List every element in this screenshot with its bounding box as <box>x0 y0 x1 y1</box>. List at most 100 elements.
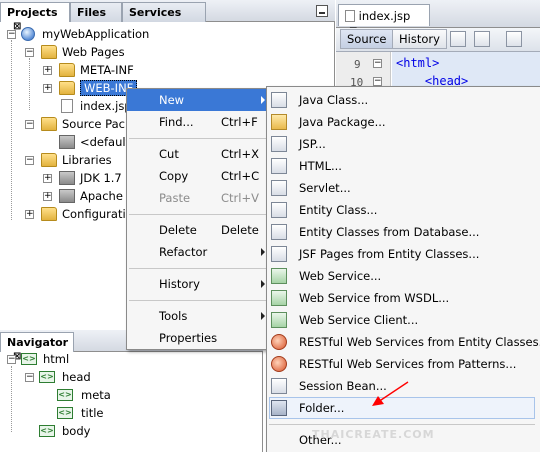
minimize-icon[interactable] <box>316 5 328 17</box>
menu-separator <box>129 300 267 301</box>
jsp-file-icon <box>61 99 73 113</box>
nav-node-body[interactable]: body <box>62 422 90 440</box>
menu-item-label: History <box>159 277 200 291</box>
submenu-item-jsf-pages[interactable]: JSF Pages from Entity Classes... <box>267 243 539 265</box>
submenu-item-java-package[interactable]: Java Package... <box>267 111 539 133</box>
collapse-icon[interactable]: − <box>7 30 16 39</box>
submenu-item-java-class[interactable]: Java Class... <box>267 89 539 111</box>
submenu-item-rest-patterns[interactable]: RESTful Web Services from Patterns... <box>267 353 539 375</box>
submenu-item-label: Entity Class... <box>299 203 378 217</box>
menu-item-paste[interactable]: Paste Ctrl+V <box>127 187 269 209</box>
html-tag-icon: <> <box>39 425 55 437</box>
history-button[interactable]: History <box>392 29 447 49</box>
menu-item-label: New <box>159 93 185 107</box>
package-icon <box>59 135 75 149</box>
code-line: <html> <box>396 56 440 70</box>
web-service-icon <box>271 268 287 284</box>
expand-icon[interactable]: + <box>43 66 52 75</box>
submenu-item-web-service[interactable]: Web Service... <box>267 265 539 287</box>
nav-node-html[interactable]: html <box>43 350 69 368</box>
collapse-icon[interactable]: − <box>25 48 34 57</box>
collapse-icon[interactable]: − <box>7 355 16 364</box>
arrow-shaft <box>377 381 409 403</box>
tree-item-index-jsp[interactable]: index.jsp <box>80 97 132 115</box>
menu-separator <box>269 424 535 425</box>
menu-item-history[interactable]: History <box>127 273 269 295</box>
wsdl-icon <box>271 290 287 306</box>
menu-item-refactor[interactable]: Refactor <box>127 241 269 263</box>
fold-icon[interactable]: − <box>373 77 382 86</box>
tree-item-project[interactable]: myWebApplication <box>42 25 149 43</box>
submenu-item-label: Servlet... <box>299 181 351 195</box>
menu-item-cut[interactable]: Cut Ctrl+X <box>127 143 269 165</box>
menu-separator <box>129 268 267 269</box>
context-menu: New Find... Ctrl+F Cut Ctrl+X Copy Ctrl+… <box>126 88 270 350</box>
expand-icon[interactable]: + <box>43 84 52 93</box>
nav-node-meta[interactable]: meta <box>81 386 111 404</box>
tab-projects[interactable]: Projects ⊠ <box>0 2 70 32</box>
submenu-item-label: JSP... <box>299 137 326 151</box>
jsp-icon <box>271 136 287 152</box>
tree-guide <box>29 58 30 110</box>
submenu-item-label: Web Service... <box>299 269 382 283</box>
menu-item-shortcut: Ctrl+V <box>221 191 259 205</box>
web-folder-icon <box>41 45 57 59</box>
nav-node-title[interactable]: title <box>81 404 103 422</box>
menu-item-tools[interactable]: Tools <box>127 305 269 327</box>
servlet-icon <box>271 180 287 196</box>
tree-item-libraries[interactable]: Libraries <box>62 151 112 169</box>
fold-icon[interactable]: − <box>373 59 382 68</box>
menu-item-delete[interactable]: Delete Delete <box>127 219 269 241</box>
folder-icon <box>59 63 75 77</box>
submenu-item-label: Entity Classes from Database... <box>299 225 480 239</box>
tab-index-jsp[interactable]: index.jsp ⊠ <box>338 4 430 37</box>
menu-item-copy[interactable]: Copy Ctrl+C <box>127 165 269 187</box>
globe-project-icon <box>21 27 35 41</box>
tree-item-web-pages[interactable]: Web Pages <box>62 43 125 61</box>
tree-guide <box>11 366 12 432</box>
forward-dropdown-icon[interactable] <box>474 31 490 47</box>
submenu-item-label: Web Service from WSDL... <box>299 291 450 305</box>
source-button[interactable]: Source <box>340 29 394 49</box>
submenu-item-entity-db[interactable]: Entity Classes from Database... <box>267 221 539 243</box>
submenu-item-label: JSF Pages from Entity Classes... <box>299 247 480 261</box>
submenu-item-servlet[interactable]: Servlet... <box>267 177 539 199</box>
library-icon <box>59 189 75 203</box>
tab-services[interactable]: Services <box>122 2 206 22</box>
menu-item-label: Paste <box>159 191 191 205</box>
menu-item-label: Copy <box>159 169 189 183</box>
collapse-icon[interactable]: − <box>25 156 34 165</box>
bookmark-icon[interactable] <box>506 31 522 47</box>
menu-item-label: Refactor <box>159 245 208 259</box>
submenu-item-rest-entity[interactable]: RESTful Web Services from Entity Classes… <box>267 331 540 353</box>
submenu-item-entity-class[interactable]: Entity Class... <box>267 199 539 221</box>
expand-icon[interactable]: + <box>43 192 52 201</box>
submenu-item-jsp[interactable]: JSP... <box>267 133 539 155</box>
submenu-arrow-icon <box>261 280 265 288</box>
editor-tabstrip: index.jsp ⊠ <box>336 0 540 37</box>
source-folder-icon <box>41 117 57 131</box>
nav-node-head[interactable]: head <box>62 368 91 386</box>
menu-item-find[interactable]: Find... Ctrl+F <box>127 111 269 133</box>
tab-files[interactable]: Files <box>70 2 122 22</box>
collapse-icon[interactable]: − <box>25 120 34 129</box>
submenu-arrow-icon <box>261 312 265 320</box>
tab-navigator[interactable]: Navigator ⊠ <box>0 332 74 362</box>
expand-icon[interactable]: + <box>43 174 52 183</box>
submenu-item-ws-client[interactable]: Web Service Client... <box>267 309 539 331</box>
annotation-arrow-icon <box>372 381 409 406</box>
submenu-item-html[interactable]: HTML... <box>267 155 539 177</box>
tree-item-jdk[interactable]: JDK 1.7 ( <box>80 169 130 187</box>
java-class-icon <box>271 92 287 108</box>
menu-item-properties[interactable]: Properties <box>127 327 269 349</box>
expand-icon[interactable]: + <box>25 210 34 219</box>
submenu-item-wsdl[interactable]: Web Service from WSDL... <box>267 287 539 309</box>
submenu-item-label: Java Class... <box>299 93 369 107</box>
back-icon[interactable] <box>450 31 466 47</box>
tree-item-default-package[interactable]: <default <box>80 133 130 151</box>
html-tag-icon: <> <box>57 407 73 419</box>
html-tag-icon: <> <box>39 371 55 383</box>
menu-item-new[interactable]: New <box>127 89 269 111</box>
tree-item-meta-inf[interactable]: META-INF <box>80 61 134 79</box>
collapse-icon[interactable]: − <box>25 373 34 382</box>
